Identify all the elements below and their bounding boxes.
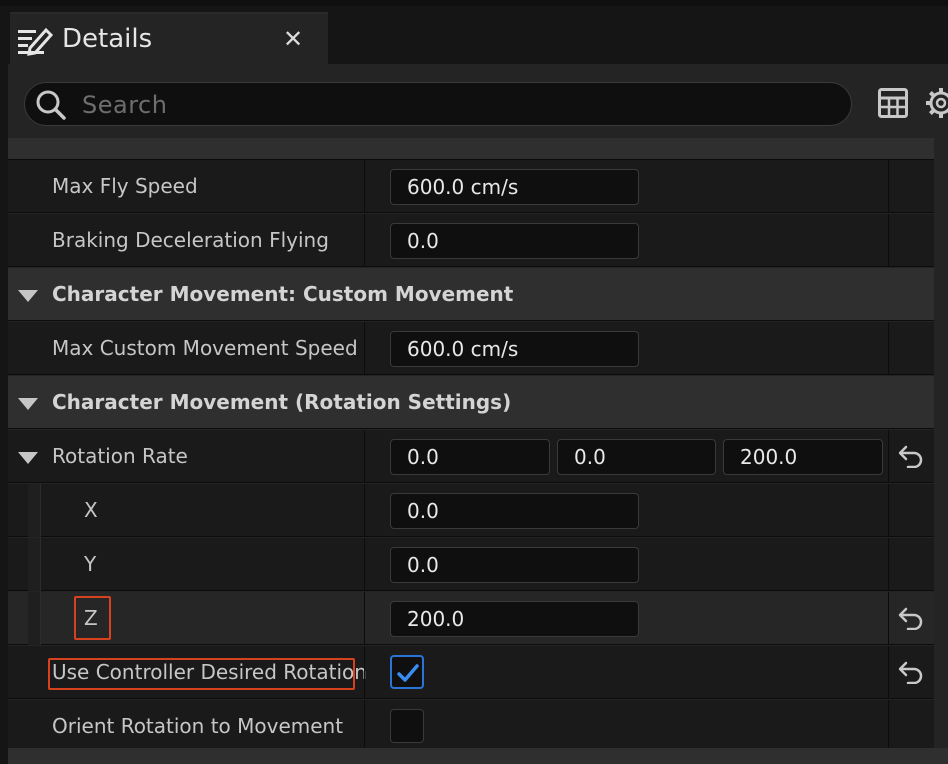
reset-to-default-icon[interactable]: [898, 444, 924, 468]
reset-to-default-icon[interactable]: [898, 606, 924, 630]
property-label: Orient Rotation to Movement: [52, 714, 344, 738]
expand-arrow-icon[interactable]: [18, 290, 38, 302]
max-fly-speed-input[interactable]: 600.0 cm/s: [390, 169, 639, 205]
property-row-orient-rotation-to-movement: Orient Rotation to Movement: [8, 700, 934, 753]
expand-arrow-icon[interactable]: [18, 452, 38, 464]
gear-icon[interactable]: [924, 86, 948, 120]
tab-details[interactable]: Details ✕: [10, 12, 328, 64]
category-header-partial: [8, 138, 934, 160]
reset-to-default-icon[interactable]: [898, 660, 924, 684]
edit-details-icon: [18, 27, 54, 56]
tab-bar: Details ✕: [0, 6, 948, 64]
rotation-y-input[interactable]: 0.0: [390, 547, 639, 583]
use-controller-desired-rotation-checkbox[interactable]: [390, 655, 424, 689]
expand-arrow-icon[interactable]: [18, 398, 38, 410]
rotation-x-input[interactable]: 0.0: [390, 493, 639, 529]
rotation-z-input[interactable]: 200.0: [390, 601, 639, 637]
category-custom-movement[interactable]: Character Movement: Custom Movement: [8, 268, 934, 321]
rotation-rate-x-input[interactable]: 0.0: [390, 439, 550, 475]
close-icon[interactable]: ✕: [280, 22, 306, 56]
property-label: Rotation Rate: [52, 444, 188, 468]
search-input[interactable]: [80, 87, 824, 123]
property-row-rotation-x: X 0.0: [8, 484, 934, 537]
property-label: Braking Deceleration Flying: [52, 228, 329, 252]
max-custom-movement-speed-input[interactable]: 600.0 cm/s: [390, 331, 639, 367]
property-label: Y: [84, 552, 97, 576]
category-label: Character Movement (Rotation Settings): [52, 390, 512, 414]
property-row-use-controller-desired-rotation: Use Controller Desired Rotation: [8, 646, 934, 699]
property-label: Max Custom Movement Speed: [52, 336, 358, 360]
braking-deceleration-flying-input[interactable]: 0.0: [390, 223, 639, 259]
highlight-box: [74, 596, 111, 640]
rotation-rate-z-input[interactable]: 200.0: [723, 439, 883, 475]
property-label: X: [84, 498, 98, 522]
highlight-box: [48, 658, 355, 690]
tab-title: Details: [62, 24, 153, 54]
category-label: Character Movement: Custom Movement: [52, 282, 514, 306]
details-panel: Max Fly Speed 600.0 cm/s Braking Deceler…: [8, 64, 948, 764]
property-label: Max Fly Speed: [52, 174, 198, 198]
search-bar[interactable]: [24, 82, 852, 126]
property-row-braking-deceleration-flying: Braking Deceleration Flying 0.0: [8, 214, 934, 267]
property-row-rotation-rate: Rotation Rate 0.0 0.0 200.0: [8, 430, 934, 483]
category-rotation-settings[interactable]: Character Movement (Rotation Settings): [8, 376, 934, 429]
property-row-rotation-y: Y 0.0: [8, 538, 934, 591]
table-view-icon[interactable]: [878, 88, 908, 118]
rotation-rate-y-input[interactable]: 0.0: [557, 439, 716, 475]
search-icon: [36, 90, 66, 120]
next-row-partial: [8, 748, 948, 764]
property-row-max-custom-movement-speed: Max Custom Movement Speed 600.0 cm/s: [8, 322, 934, 375]
checkmark-icon: [397, 664, 419, 682]
property-row-rotation-z: Z 200.0: [8, 592, 934, 645]
property-row-max-fly-speed: Max Fly Speed 600.0 cm/s: [8, 160, 934, 213]
orient-rotation-to-movement-checkbox[interactable]: [390, 709, 424, 743]
